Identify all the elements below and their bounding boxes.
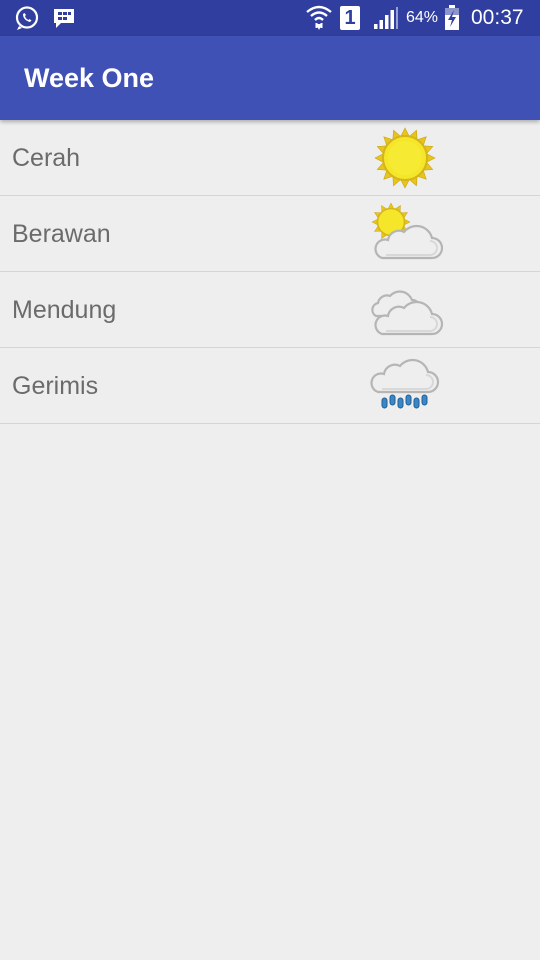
list-item-gerimis[interactable]: Gerimis	[0, 348, 540, 424]
whatsapp-icon	[14, 0, 40, 36]
battery-percent: 64%	[406, 9, 439, 26]
list-item-label: Mendung	[12, 296, 117, 324]
battery-charging-icon	[444, 0, 460, 36]
weather-list: Cerah Berawan Mendung Gerimis	[0, 120, 540, 424]
list-item-label: Cerah	[12, 144, 81, 172]
sim-1-icon: 1	[340, 0, 360, 36]
app-bar: Week One	[0, 36, 540, 120]
cloudy-icon	[364, 276, 448, 346]
list-item-label: Berawan	[12, 220, 111, 248]
status-bar: 1 64% 00:37	[0, 0, 540, 36]
bbm-icon	[52, 0, 76, 36]
clock: 00:37	[471, 6, 524, 29]
list-item-mendung[interactable]: Mendung	[0, 272, 540, 348]
drizzle-icon	[364, 352, 448, 422]
sun-icon	[364, 124, 448, 194]
wifi-icon	[306, 0, 332, 36]
page-title: Week One	[24, 63, 155, 93]
signal-icon	[373, 0, 399, 36]
partly-cloudy-icon	[364, 200, 448, 270]
list-item-berawan[interactable]: Berawan	[0, 196, 540, 272]
list-item-cerah[interactable]: Cerah	[0, 120, 540, 196]
list-item-label: Gerimis	[12, 372, 99, 400]
